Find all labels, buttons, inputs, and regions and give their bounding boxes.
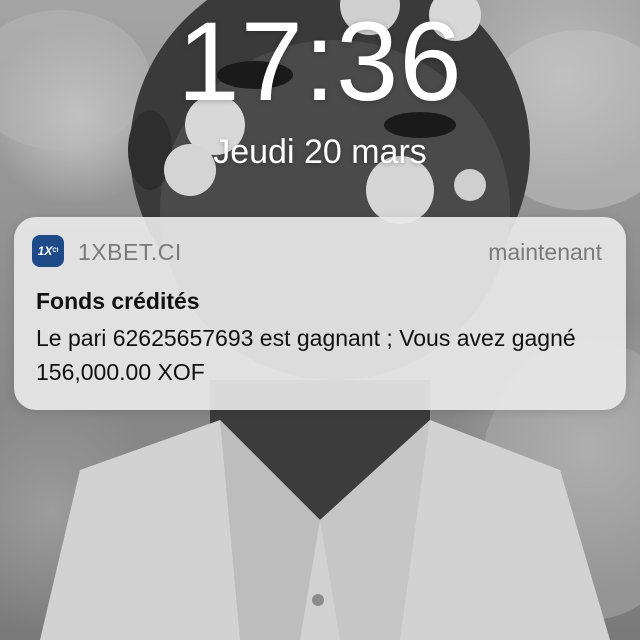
1xbet-app-icon: 1XCI — [32, 235, 64, 267]
lock-screen-date: Jeudi 20 mars — [213, 133, 427, 171]
notification-card[interactable]: 1XCI 1XBET.CI maintenant Fonds crédités … — [14, 217, 626, 410]
notification-title: Fonds crédités — [36, 288, 200, 314]
notification-app-name: 1XBET.CI — [78, 239, 182, 265]
notification-timestamp: maintenant — [488, 239, 602, 265]
lock-screen-time: 17:36 — [177, 0, 463, 124]
notification-body: Le pari 62625657693 est gagnant ; Vous a… — [36, 325, 576, 385]
notification-header: 1XCI 1XBET.CI maintenant — [32, 235, 602, 269]
app-icon-subtext: CI — [52, 248, 59, 254]
app-icon-text: 1X — [37, 244, 53, 258]
